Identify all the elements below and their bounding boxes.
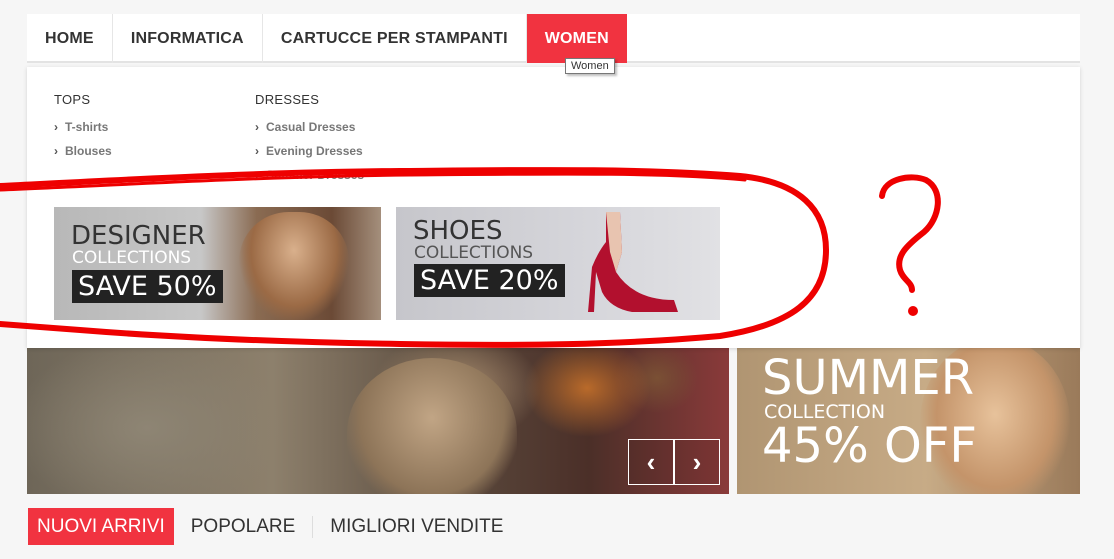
menu-item-summer-dresses[interactable]: Summer Dresses	[255, 168, 364, 182]
nav-tooltip: Women	[565, 58, 615, 74]
banner-save-label: SAVE 20%	[414, 264, 565, 297]
banner-subtitle: COLLECTIONS	[414, 243, 534, 263]
banner-title: SHOES	[413, 216, 503, 246]
homepage-slider: ‹ ›	[27, 348, 729, 494]
menu-heading-dresses[interactable]: DRESSES	[255, 92, 319, 107]
banner-save-label: SAVE 50%	[72, 270, 223, 303]
nav-item-women[interactable]: WOMEN	[526, 14, 627, 63]
menu-item-tshirts[interactable]: T-shirts	[54, 120, 108, 134]
red-shoe-image	[588, 212, 678, 312]
chevron-left-icon: ‹	[646, 446, 656, 477]
chevron-right-icon: ›	[692, 446, 702, 477]
nav-item-informatica[interactable]: INFORMATICA	[113, 14, 263, 63]
summer-collection-banner[interactable]: SUMMER COLLECTION 45% OFF	[737, 348, 1080, 494]
menu-item-casual-dresses[interactable]: Casual Dresses	[255, 120, 355, 134]
slider-next-button[interactable]: ›	[674, 439, 720, 485]
summer-title: SUMMER	[762, 350, 975, 406]
tab-migliori-vendite[interactable]: MIGLIORI VENDITE	[313, 508, 520, 545]
product-tabs: NUOVI ARRIVI POPOLARE MIGLIORI VENDITE	[28, 508, 520, 545]
banner-model-image	[239, 212, 349, 320]
tab-nuovi-arrivi[interactable]: NUOVI ARRIVI	[28, 508, 174, 545]
slide-image	[347, 358, 517, 494]
menu-heading-tops[interactable]: TOPS	[54, 92, 90, 107]
menu-item-evening-dresses[interactable]: Evening Dresses	[255, 144, 363, 158]
shoes-collections-banner[interactable]: SHOES COLLECTIONS SAVE 20%	[396, 207, 720, 320]
nav-item-cartucce[interactable]: CARTUCCE PER STAMPANTI	[263, 14, 527, 63]
summer-discount: 45% OFF	[762, 418, 977, 474]
nav-item-home[interactable]: HOME	[27, 14, 113, 63]
designer-collections-banner[interactable]: DESIGNER COLLECTIONS SAVE 50%	[54, 207, 381, 320]
slider-prev-button[interactable]: ‹	[628, 439, 674, 485]
menu-item-blouses[interactable]: Blouses	[54, 144, 112, 158]
banner-subtitle: COLLECTIONS	[72, 248, 192, 268]
women-mega-menu: TOPS T-shirts Blouses DRESSES Casual Dre…	[27, 67, 1080, 348]
tab-popolare[interactable]: POPOLARE	[174, 508, 313, 545]
banner-title: DESIGNER	[71, 221, 206, 251]
main-nav: HOME INFORMATICA CARTUCCE PER STAMPANTI …	[27, 14, 1080, 63]
